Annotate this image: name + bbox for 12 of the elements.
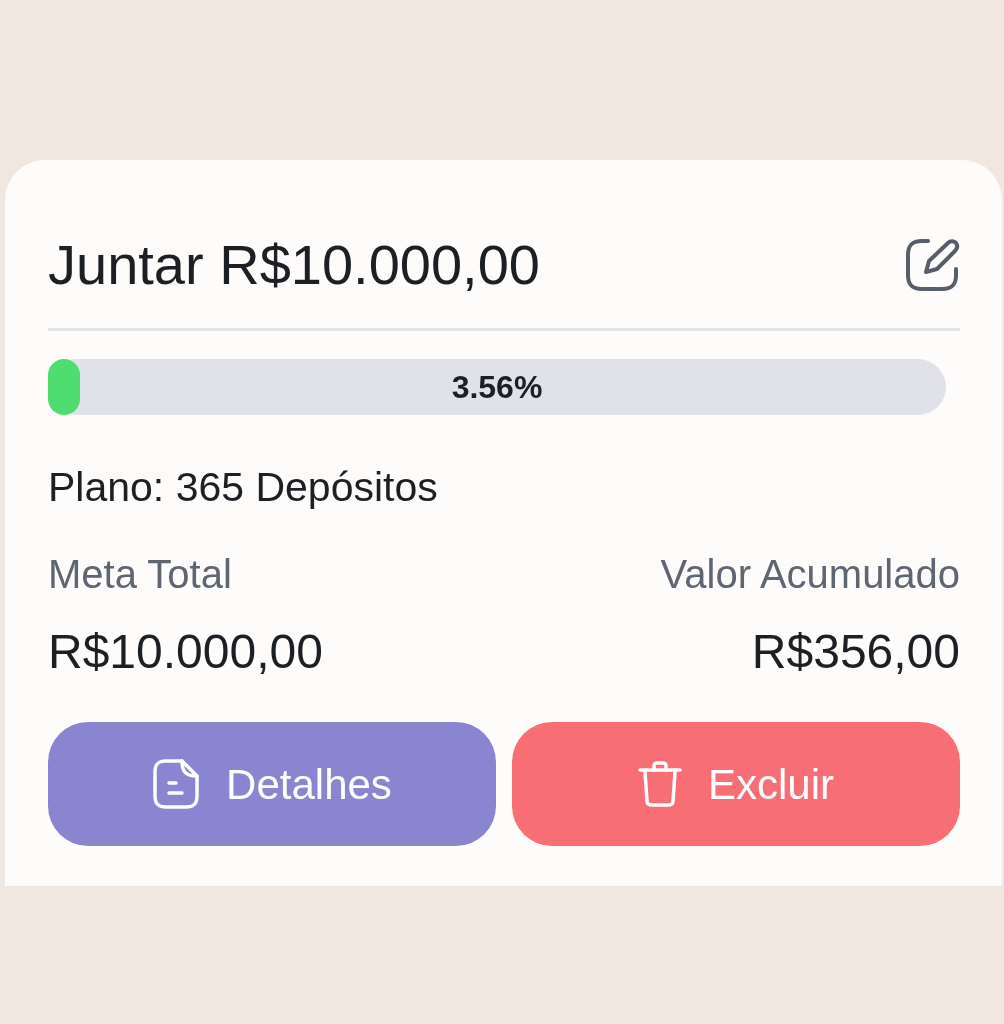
progress-percentage: 3.56% [451, 371, 543, 403]
plan-label: Plano: 365 Depósitos [48, 467, 438, 508]
goal-title: Juntar R$10.000,00 [48, 237, 540, 293]
trash-icon [638, 760, 682, 808]
details-button[interactable]: Detalhes [48, 722, 496, 846]
delete-button[interactable]: Excluir [512, 722, 960, 846]
stat-value: R$356,00 [751, 628, 960, 676]
stat-label: Valor Acumulado [660, 554, 960, 594]
document-icon [152, 758, 201, 810]
edit-icon[interactable] [904, 237, 960, 293]
stat-label: Meta Total [48, 554, 232, 594]
stat-value: R$10.000,00 [48, 628, 323, 676]
